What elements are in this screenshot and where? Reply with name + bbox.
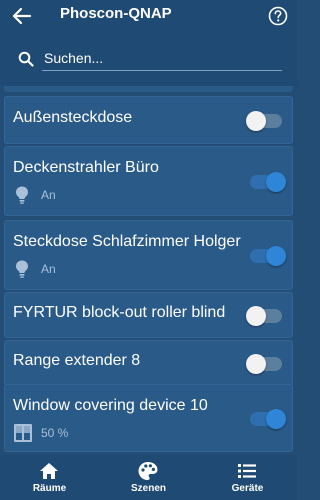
help-circle-icon xyxy=(268,6,288,26)
toggle-knob xyxy=(246,111,266,131)
device-list: Außensteckdose Deckenstrahler Büro An St… xyxy=(0,86,297,455)
device-card-steckdose-schlafzimmer-holger[interactable]: Steckdose Schlafzimmer Holger An xyxy=(4,220,293,290)
status-text: 50 % xyxy=(41,426,69,440)
device-toggle[interactable] xyxy=(250,409,286,429)
device-card-aussensteckdose[interactable]: Außensteckdose xyxy=(4,96,293,144)
device-toggle[interactable] xyxy=(246,111,282,131)
app-bar: Phoscon-QNAP xyxy=(0,0,297,86)
device-toggle[interactable] xyxy=(250,246,286,266)
bottom-navigation: Räume Szenen Geräte xyxy=(0,455,297,500)
device-card-deckenstrahler-buero[interactable]: Deckenstrahler Büro An xyxy=(4,146,293,216)
toggle-knob xyxy=(266,172,286,192)
device-name: Range extender 8 xyxy=(13,352,141,369)
nav-label: Szenen xyxy=(130,483,166,494)
device-card-range-extender[interactable]: Range extender 8 xyxy=(4,340,293,386)
nav-item-raeume[interactable]: Räume xyxy=(0,455,99,500)
status-text: An xyxy=(41,188,56,202)
device-name: Deckenstrahler Büro xyxy=(13,159,159,176)
device-name: Außensteckdose xyxy=(13,109,133,126)
device-name: FYRTUR block-out roller blind xyxy=(13,304,226,321)
toggle-knob xyxy=(246,306,266,326)
toggle-knob xyxy=(266,409,286,429)
help-button[interactable] xyxy=(268,6,288,26)
nav-item-geraete[interactable]: Geräte xyxy=(198,455,297,500)
window-covering-icon xyxy=(14,424,32,442)
device-name: Window covering device 10 xyxy=(13,397,208,414)
search-icon xyxy=(18,51,34,67)
back-button[interactable] xyxy=(10,6,34,26)
home-icon xyxy=(40,463,58,479)
search-input[interactable] xyxy=(42,46,282,71)
palette-icon xyxy=(138,462,158,480)
search-bar xyxy=(0,40,297,78)
device-name: Steckdose Schlafzimmer Holger xyxy=(13,233,241,250)
list-item xyxy=(4,86,293,92)
bulb-icon xyxy=(16,186,28,204)
device-toggle[interactable] xyxy=(246,354,282,374)
toggle-knob xyxy=(266,246,286,266)
bulb-icon xyxy=(16,260,28,278)
list-icon xyxy=(238,464,256,478)
toggle-knob xyxy=(246,354,266,374)
nav-label: Räume xyxy=(32,483,67,494)
device-toggle[interactable] xyxy=(246,306,282,326)
arrow-left-icon xyxy=(12,7,32,25)
nav-label: Geräte xyxy=(231,483,264,494)
device-card-fyrtur-roller-blind[interactable]: FYRTUR block-out roller blind xyxy=(4,292,293,338)
status-text: An xyxy=(41,262,56,276)
device-card-window-covering[interactable]: Window covering device 10 50 % xyxy=(4,384,293,452)
nav-item-szenen[interactable]: Szenen xyxy=(99,455,198,500)
page-title: Phoscon-QNAP xyxy=(60,5,172,22)
device-toggle[interactable] xyxy=(250,172,286,192)
